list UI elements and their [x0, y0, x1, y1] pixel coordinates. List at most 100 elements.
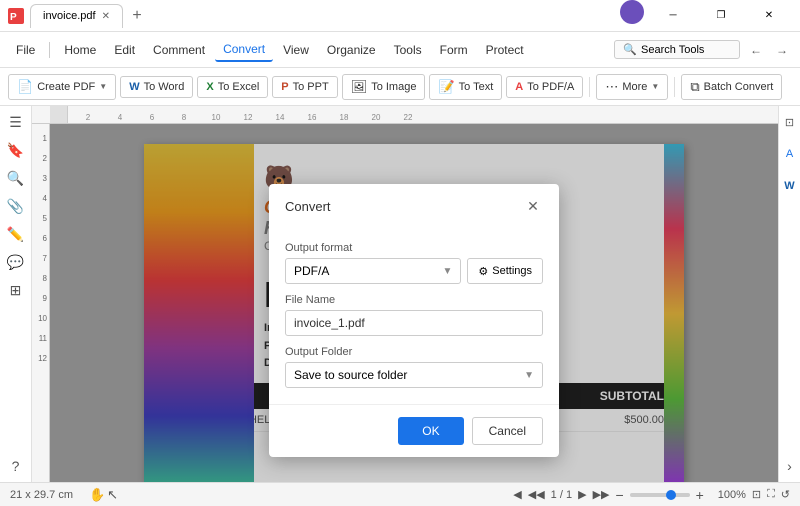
- sidebar-comment-icon[interactable]: 💬: [4, 250, 28, 274]
- more-btn[interactable]: ⋯ More ▼: [596, 74, 668, 100]
- output-folder-chevron: ▼: [524, 370, 534, 381]
- to-excel-btn[interactable]: X To Excel: [197, 76, 268, 98]
- sidebar-help-icon[interactable]: ?: [4, 454, 28, 478]
- batch-convert-btn[interactable]: ⧉ Batch Convert: [681, 74, 782, 100]
- status-bar-right: ◀ ◀◀ 1 / 1 ▶ ▶▶ − + 100% ⊡ ⛶ ↺: [513, 487, 790, 503]
- fullscreen-btn[interactable]: ⛶: [767, 488, 775, 501]
- cancel-button[interactable]: Cancel: [472, 417, 543, 445]
- nav-back-btn[interactable]: ←: [746, 41, 766, 59]
- right-sidebar-icon-3[interactable]: W: [778, 174, 800, 198]
- select-tool-icon[interactable]: ↖: [107, 487, 118, 503]
- window-minimize-btn[interactable]: ─: [650, 0, 696, 32]
- toolbar-sep-2: [674, 77, 675, 97]
- menu-bar: File Home Edit Comment Convert View Orga…: [0, 32, 800, 68]
- settings-icon: ⚙: [478, 265, 488, 278]
- new-tab-btn[interactable]: +: [125, 4, 149, 28]
- vertical-ruler: 1 2 3 4 5 6 7 8 9 10 11 12: [32, 124, 50, 482]
- output-format-chevron: ▼: [442, 266, 452, 277]
- tab-close-btn[interactable]: ✕: [102, 11, 110, 22]
- zoom-out-btn[interactable]: −: [615, 487, 623, 503]
- app-icon: P: [8, 8, 24, 24]
- sidebar-menu-icon[interactable]: ☰: [4, 110, 28, 134]
- to-image-label: To Image: [371, 81, 416, 93]
- document-scroll[interactable]: 🐻 COLORFUL HELMETS COMPANY Invoice: [50, 124, 778, 482]
- to-text-icon: 📝: [438, 79, 454, 95]
- more-arrow: ▼: [651, 82, 659, 91]
- more-label: More: [622, 81, 647, 93]
- left-sidebar: ☰ 🔖 🔍 📎 ✏️ 💬 ⊞ ?: [0, 106, 32, 482]
- right-sidebar-scroll-down[interactable]: ›: [778, 454, 800, 478]
- sidebar-edit-icon[interactable]: ✏️: [4, 222, 28, 246]
- menu-organize[interactable]: Organize: [319, 39, 384, 61]
- page-next-btn[interactable]: ▶: [578, 488, 586, 501]
- menu-edit[interactable]: Edit: [106, 39, 143, 61]
- horizontal-ruler: 2 4 6 8 10 12 14 16 18 20 22: [32, 106, 778, 124]
- zoom-thumb: [666, 490, 676, 500]
- output-folder-value: Save to source folder: [294, 368, 407, 382]
- to-excel-icon: X: [206, 81, 213, 93]
- sidebar-layers-icon[interactable]: ⊞: [4, 278, 28, 302]
- fit-page-btn[interactable]: ⊡: [752, 488, 761, 501]
- menu-file[interactable]: File: [8, 39, 43, 61]
- to-text-label: To Text: [459, 81, 494, 93]
- page-last-btn[interactable]: ▶▶: [593, 488, 610, 501]
- toolbar-sep-1: [589, 77, 590, 97]
- window-restore-btn[interactable]: ❐: [698, 0, 744, 32]
- menu-protect[interactable]: Protect: [478, 39, 532, 61]
- zoom-slider[interactable]: [630, 493, 690, 497]
- ruler-tick-marks: 2 4 6 8 10 12 14 16 18 20 22: [72, 106, 778, 124]
- zoom-in-btn[interactable]: +: [696, 487, 704, 503]
- dialog-overlay: Convert ✕ Output format PDF/A ▼: [144, 144, 684, 482]
- to-ppt-label: To PPT: [293, 81, 329, 93]
- hand-tool-icon[interactable]: ✋: [89, 487, 105, 503]
- to-word-btn[interactable]: W To Word: [120, 76, 193, 98]
- page-dimensions: 21 x 29.7 cm: [10, 489, 73, 501]
- to-text-btn[interactable]: 📝 To Text: [429, 74, 502, 100]
- ok-button[interactable]: OK: [398, 417, 463, 445]
- zoom-level: 100%: [710, 489, 746, 501]
- dialog-body: Output format PDF/A ▼: [269, 224, 559, 404]
- to-image-btn[interactable]: 🖼 To Image: [342, 74, 426, 100]
- create-pdf-btn[interactable]: 📄 Create PDF ▼: [8, 74, 116, 100]
- output-folder-select[interactable]: Save to source folder ▼: [285, 362, 543, 388]
- to-pdfa-icon: A: [515, 81, 523, 93]
- batch-convert-label: Batch Convert: [704, 81, 774, 93]
- page-indicator: 1 / 1: [551, 489, 572, 501]
- settings-icon[interactable]: ↺: [781, 488, 790, 501]
- settings-btn[interactable]: ⚙ Settings: [467, 258, 543, 284]
- to-word-icon: W: [129, 81, 139, 93]
- output-format-value: PDF/A: [294, 264, 329, 278]
- to-pdfa-btn[interactable]: A To PDF/A: [506, 76, 583, 98]
- dialog-close-btn[interactable]: ✕: [523, 196, 543, 216]
- active-tab[interactable]: invoice.pdf ✕: [30, 4, 123, 28]
- nav-forward-btn[interactable]: →: [772, 41, 792, 59]
- page-first-btn[interactable]: ◀◀: [528, 488, 545, 501]
- output-format-select[interactable]: PDF/A ▼: [285, 258, 461, 284]
- search-tools-input[interactable]: [641, 44, 731, 56]
- sidebar-bookmark-icon[interactable]: 🔖: [4, 138, 28, 162]
- menu-comment[interactable]: Comment: [145, 39, 213, 61]
- page-prev-btn[interactable]: ◀: [513, 488, 521, 501]
- ruler-v-wrapper: 1 2 3 4 5 6 7 8 9 10 11 12: [32, 124, 778, 482]
- menu-view[interactable]: View: [275, 39, 317, 61]
- to-excel-label: To Excel: [218, 81, 260, 93]
- menu-tools[interactable]: Tools: [386, 39, 430, 61]
- menu-convert[interactable]: Convert: [215, 38, 273, 62]
- menu-form[interactable]: Form: [432, 39, 476, 61]
- right-sidebar-icon-1[interactable]: ⊡: [778, 110, 800, 134]
- output-format-row: PDF/A ▼ ⚙ Settings: [285, 258, 543, 284]
- file-name-input[interactable]: [285, 310, 543, 336]
- right-sidebar-icon-2[interactable]: A: [778, 142, 800, 166]
- window-close-btn[interactable]: ✕: [746, 0, 792, 32]
- to-ppt-btn[interactable]: P To PPT: [272, 76, 337, 98]
- right-sidebar: ⊡ A W ›: [778, 106, 800, 482]
- tab-filename: invoice.pdf: [43, 10, 96, 22]
- menu-home[interactable]: Home: [56, 39, 104, 61]
- output-folder-label: Output Folder: [285, 346, 543, 358]
- sidebar-attachment-icon[interactable]: 📎: [4, 194, 28, 218]
- title-bar: P invoice.pdf ✕ + ─ ❐ ✕: [0, 0, 800, 32]
- user-avatar[interactable]: [620, 0, 644, 24]
- sidebar-search-icon[interactable]: 🔍: [4, 166, 28, 190]
- status-bar: 21 x 29.7 cm ✋ ↖ ◀ ◀◀ 1 / 1 ▶ ▶▶ − + 100…: [0, 482, 800, 506]
- dialog-title: Convert: [285, 199, 331, 214]
